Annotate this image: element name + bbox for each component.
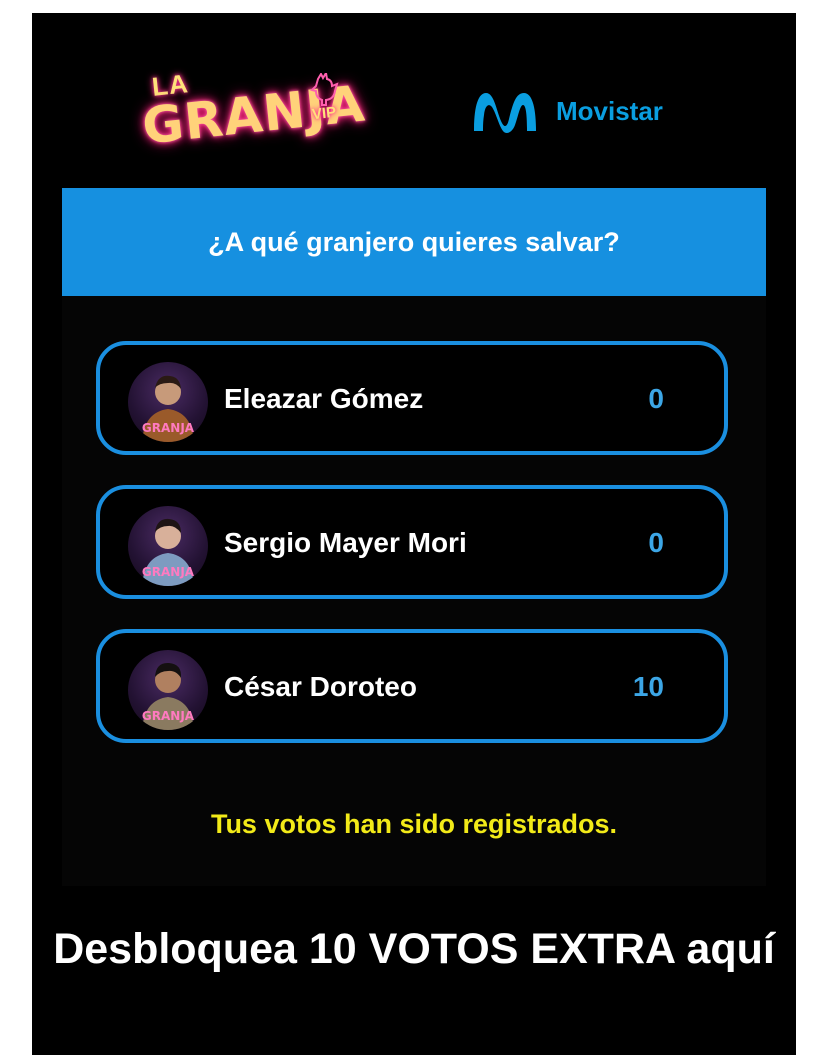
person-icon: GRANJA xyxy=(142,375,195,442)
movistar-text: Movistar xyxy=(556,95,663,126)
la-granja-vip-logo: LA GRANJA VIP xyxy=(140,68,368,163)
svg-text:GRANJA: GRANJA xyxy=(142,709,195,723)
app-frame: LA GRANJA VIP Movistar ¿A qué granjero q… xyxy=(32,13,796,1055)
rooster-icon xyxy=(310,73,339,106)
confirmation-message: Tus votos han sido registrados. xyxy=(210,809,618,839)
avatar-eleazar: GRANJA xyxy=(128,362,208,442)
avatar-sergio: GRANJA xyxy=(128,506,208,586)
movistar-m-icon xyxy=(474,93,536,133)
person-icon: GRANJA xyxy=(142,662,195,730)
vote-option-sergio[interactable]: GRANJA Sergio Mayer Mori 0 xyxy=(96,485,728,599)
avatar-cesar: GRANJA xyxy=(128,650,208,730)
voting-panel: GRANJA Eleazar Gómez 0 GRANJA Sergio May… xyxy=(62,296,766,886)
option-name: César Doroteo xyxy=(224,671,417,702)
vote-option-eleazar[interactable]: GRANJA Eleazar Gómez 0 xyxy=(96,341,728,455)
unlock-extra-votes-link[interactable]: Desbloquea 10 VOTOS EXTRA aquí xyxy=(32,918,796,980)
vote-count: 0 xyxy=(648,383,664,414)
movistar-logo: Movistar xyxy=(470,81,690,141)
vote-count: 0 xyxy=(648,527,664,558)
vote-count: 10 xyxy=(632,671,664,702)
person-icon: GRANJA xyxy=(142,518,195,586)
question-banner: ¿A qué granjero quieres salvar? xyxy=(62,188,766,296)
option-name: Sergio Mayer Mori xyxy=(224,527,467,558)
svg-text:GRANJA: GRANJA xyxy=(142,565,195,579)
svg-text:GRANJA: GRANJA xyxy=(142,421,195,435)
option-name: Eleazar Gómez xyxy=(224,383,424,414)
vote-option-cesar[interactable]: GRANJA César Doroteo 10 xyxy=(96,629,728,743)
